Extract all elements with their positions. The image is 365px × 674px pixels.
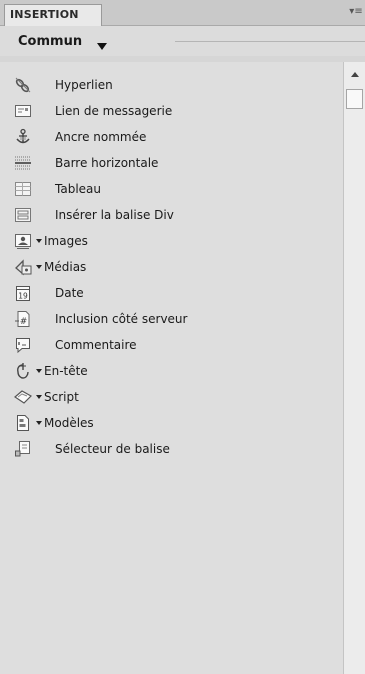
item-label: En-tête (44, 364, 88, 378)
panel-tab-bar: INSERTION ▾≡ (0, 0, 365, 26)
list-item-hyperlink[interactable]: Hyperlien (0, 72, 343, 98)
list-item-div-tag[interactable]: Insérer la balise Div (0, 202, 343, 228)
tag-chooser-icon (14, 440, 32, 458)
category-dropdown-label[interactable]: Commun (18, 34, 82, 49)
head-icon (14, 362, 32, 380)
media-icon (14, 258, 32, 276)
item-label: Hyperlien (55, 78, 113, 92)
chevron-down-icon[interactable] (97, 43, 107, 50)
comment-icon (14, 336, 32, 354)
list-item-email-link[interactable]: Lien de messagerie (0, 98, 343, 124)
dropdown-arrow-icon[interactable] (36, 239, 42, 243)
item-label: Tableau (55, 182, 101, 196)
item-label: Médias (44, 260, 87, 274)
item-label: Modèles (44, 416, 94, 430)
item-label: Ancre nommée (55, 130, 147, 144)
list-item-comment[interactable]: Commentaire (0, 332, 343, 358)
tab-insertion[interactable]: INSERTION (4, 4, 102, 26)
dropdown-arrow-icon[interactable] (36, 369, 42, 373)
templates-icon (14, 414, 32, 432)
svg-text:#: # (20, 317, 28, 327)
list-item-script[interactable]: Script (0, 384, 343, 410)
list-item-horizontal-rule[interactable]: Barre horizontale (0, 150, 343, 176)
item-label: Lien de messagerie (55, 104, 173, 118)
hyperlink-icon (14, 76, 32, 94)
list-item-table[interactable]: Tableau (0, 176, 343, 202)
scroll-up-arrow-icon[interactable] (351, 72, 359, 77)
list-item-media[interactable]: Médias (0, 254, 343, 280)
item-label: Images (44, 234, 88, 248)
item-label: Date (55, 286, 84, 300)
div-tag-icon (14, 206, 32, 224)
item-label: Barre horizontale (55, 156, 159, 170)
category-row: Commun (0, 26, 365, 56)
dropdown-arrow-icon[interactable] (36, 265, 42, 269)
email-link-icon (14, 102, 32, 120)
server-include-icon: # (14, 310, 32, 328)
insert-items-list: Hyperlien Lien de messagerie Ancre nommé… (0, 62, 343, 674)
horizontal-rule-icon (14, 154, 32, 172)
calendar-date-icon: 19 (14, 284, 32, 302)
dropdown-arrow-icon[interactable] (36, 395, 42, 399)
table-icon (14, 180, 32, 198)
list-item-server-include[interactable]: # Inclusion côté serveur (0, 306, 343, 332)
divider (175, 41, 365, 42)
item-label: Inclusion côté serveur (55, 312, 188, 326)
list-item-templates[interactable]: Modèles (0, 410, 343, 436)
scroll-thumb[interactable] (346, 89, 363, 109)
image-icon (14, 232, 32, 250)
script-icon (14, 388, 32, 406)
item-label: Script (44, 390, 79, 404)
panel-options-menu-icon[interactable]: ▾≡ (349, 6, 363, 18)
item-label: Sélecteur de balise (55, 442, 170, 456)
list-item-tag-chooser[interactable]: Sélecteur de balise (0, 436, 343, 462)
list-item-named-anchor[interactable]: Ancre nommée (0, 124, 343, 150)
item-label: Commentaire (55, 338, 137, 352)
list-item-date[interactable]: 19 Date (0, 280, 343, 306)
vertical-scrollbar[interactable] (343, 62, 365, 674)
svg-text:19: 19 (18, 292, 28, 301)
list-item-head[interactable]: En-tête (0, 358, 343, 384)
item-label: Insérer la balise Div (55, 208, 174, 222)
list-item-images[interactable]: Images (0, 228, 343, 254)
named-anchor-icon (14, 128, 32, 146)
dropdown-arrow-icon[interactable] (36, 421, 42, 425)
